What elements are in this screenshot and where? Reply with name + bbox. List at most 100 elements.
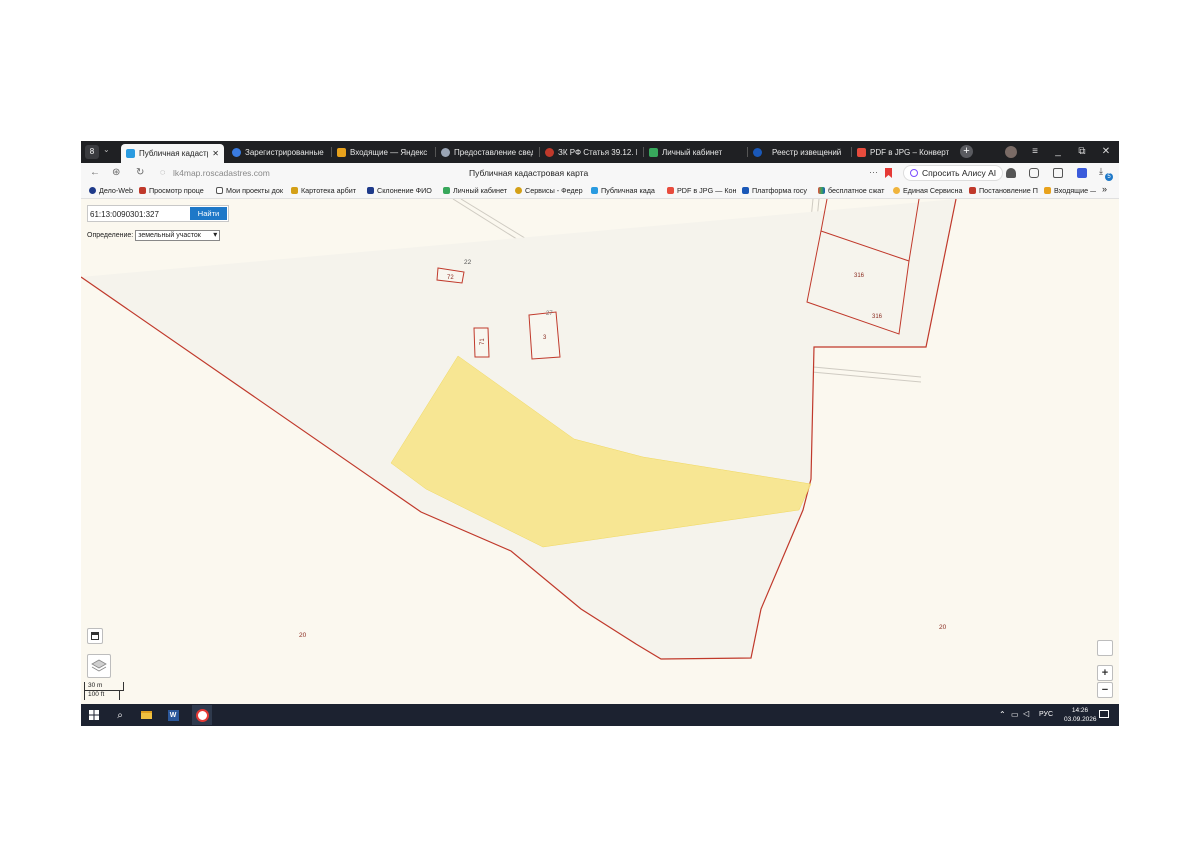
tab-cadastral-map[interactable]: Публичная кадастровая ✕: [121, 144, 224, 163]
reload-icon[interactable]: ↻: [136, 167, 144, 178]
bookmark-label: Личный кабинет: [453, 186, 508, 195]
bookmark-process-view[interactable]: Просмотр проце: [139, 186, 207, 195]
alice-label: Спросить Алису AI: [922, 168, 997, 178]
cadastral-number-input[interactable]: [90, 208, 188, 220]
tab-label: Входящие — Яндекс По: [350, 147, 429, 157]
new-tab-button[interactable]: +: [960, 145, 973, 158]
network-icon[interactable]: ▭: [1011, 710, 1019, 719]
bookmark-label: Дело-Web: [99, 186, 133, 195]
tab-yandex-mail[interactable]: Входящие — Яндекс По: [332, 144, 434, 160]
bookmark-favicon-icon: [742, 187, 749, 194]
bookmarks-more-button[interactable]: »: [1102, 184, 1107, 194]
language-indicator[interactable]: РУС: [1039, 711, 1053, 718]
windows-start-icon[interactable]: [87, 708, 101, 722]
file-explorer-icon[interactable]: [139, 708, 153, 722]
downloads-badge: 5: [1105, 173, 1113, 181]
bookmark-favicon-icon: [893, 187, 900, 194]
url-field[interactable]: lk4map.roscadastres.com: [173, 168, 270, 178]
bookmarks-more-label: »: [1102, 184, 1108, 194]
close-window-button[interactable]: ✕: [1099, 145, 1113, 159]
scale-metric-label: 30 m: [88, 682, 103, 689]
restore-button[interactable]: ⧉: [1075, 145, 1089, 159]
label-316-bottom: 316: [872, 314, 883, 320]
site-info-icon[interactable]: ⊛: [112, 167, 120, 178]
profile-avatar[interactable]: [1005, 146, 1017, 158]
page-title: Публичная кадастровая карта: [469, 168, 589, 178]
more-icon[interactable]: ⋯: [869, 167, 878, 178]
desktop-screen: 8 ⌄ Публичная кадастровая ✕ Зарегистриро…: [81, 141, 1119, 726]
layers-icon: [91, 659, 107, 672]
cadastral-map[interactable]: 22 72 71 3 27 316 316 20 20 Найти Опреде…: [81, 199, 1119, 704]
bookmark-delo-web[interactable]: Дело-Web: [89, 186, 135, 195]
tab-label: Зарегистрированные со: [245, 147, 324, 157]
bookmark-icon[interactable]: [885, 168, 892, 178]
extension-icon[interactable]: [1006, 168, 1016, 178]
translate-icon[interactable]: [1077, 168, 1087, 178]
search-icon[interactable]: ⌕: [113, 708, 127, 722]
bookmark-federal-services[interactable]: Сервисы - Федер: [515, 186, 585, 195]
bookmark-label: Постановление П: [979, 186, 1038, 195]
minimize-button[interactable]: _: [1051, 145, 1065, 159]
tabs-dropdown-icon[interactable]: ⌄: [103, 145, 110, 154]
tab-info-provision[interactable]: Предоставление сведен: [436, 144, 538, 160]
tray-chevron-icon[interactable]: ⌃: [999, 710, 1006, 719]
tab-registered[interactable]: Зарегистрированные со: [227, 144, 329, 160]
bookmark-my-projects[interactable]: Мои проекты док: [216, 186, 286, 195]
tab-close-icon[interactable]: ✕: [212, 149, 219, 158]
bookmark-free-compress[interactable]: бесплатное сжат: [818, 186, 888, 195]
tab-land-code[interactable]: ЗК РФ Статья 39.12. Про: [540, 144, 642, 160]
browser-menu-icon[interactable]: 8: [85, 145, 99, 159]
yandex-browser-icon[interactable]: [192, 705, 212, 725]
notifications-icon[interactable]: [1099, 710, 1109, 718]
fullscreen-button[interactable]: [87, 628, 103, 644]
bookmark-gov-platform[interactable]: Платформа госу: [742, 186, 812, 195]
bookmark-arbitration[interactable]: Картотека арбит: [291, 186, 361, 195]
bookmark-label: Склонение ФИО: [377, 186, 432, 195]
bookmark-inbox[interactable]: Входящие —: [1044, 186, 1096, 195]
ask-alice-button[interactable]: Спросить Алису AI: [903, 165, 1004, 181]
scale-metric: 30 m: [84, 682, 124, 691]
word-icon[interactable]: W: [166, 708, 180, 722]
bookmark-pdf-jpg[interactable]: PDF в JPG — Конв: [667, 186, 737, 195]
tab-label: ЗК РФ Статья 39.12. Про: [558, 147, 637, 157]
bookmark-unified-service[interactable]: Единая Сервисна: [893, 186, 965, 195]
volume-icon[interactable]: ◁: [1023, 709, 1029, 718]
bookmark-name-declension[interactable]: Склонение ФИО: [367, 186, 435, 195]
tab-label: Предоставление сведен: [454, 147, 533, 157]
address-bar: ← ⊛ ↻ ◌ lk4map.roscadastres.com Публична…: [81, 163, 1119, 183]
tab-pdf-to-jpg[interactable]: PDF в JPG – Конвертер: [852, 144, 954, 160]
map-canvas[interactable]: 22 72 71 3 27 316 316 20 20: [81, 199, 1119, 704]
tab-personal-cabinet[interactable]: Личный кабинет: [644, 144, 746, 160]
puzzle-icon[interactable]: [1029, 168, 1039, 178]
scale-imperial: 100 ft: [84, 691, 120, 700]
clock[interactable]: 14:26 03.09.2026: [1064, 706, 1097, 724]
bookmark-favicon-icon: [818, 187, 825, 194]
zoom-in-button[interactable]: +: [1097, 665, 1113, 681]
back-icon[interactable]: ←: [90, 167, 100, 178]
browser-menu-button[interactable]: ≡: [1028, 145, 1042, 159]
collections-icon[interactable]: [1053, 168, 1063, 178]
definition-value: земельный участок: [138, 231, 201, 239]
bookmark-personal-cabinet[interactable]: Личный кабинет: [443, 186, 511, 195]
bookmark-label: Единая Сервисна: [903, 186, 963, 195]
bookmark-favicon-icon: [969, 187, 976, 194]
bookmark-favicon-icon: [89, 187, 96, 194]
layers-button[interactable]: [87, 654, 111, 678]
tab-favicon-icon: [441, 147, 450, 157]
label-27: 27: [546, 311, 553, 317]
tab-notices-registry[interactable]: Реестр извещений: [748, 144, 850, 160]
bookmark-public-cadastral[interactable]: Публичная када: [591, 186, 659, 195]
bookmark-favicon-icon: [667, 187, 674, 194]
find-button[interactable]: Найти: [190, 207, 227, 220]
bookmark-label: Входящие —: [1054, 186, 1096, 195]
zoom-out-button[interactable]: −: [1097, 682, 1113, 698]
bookmark-label: PDF в JPG — Конв: [677, 186, 737, 195]
definition-select[interactable]: земельный участок: [135, 229, 221, 241]
bookmark-resolution[interactable]: Постановление П: [969, 186, 1039, 195]
downloads-icon[interactable]: ⤓: [1099, 166, 1103, 177]
label-20-left: 20: [299, 632, 307, 639]
shield-icon[interactable]: ◌: [160, 167, 165, 177]
tab-favicon-icon: [857, 147, 866, 157]
map-square-button[interactable]: [1097, 640, 1113, 656]
cadastral-search-box: Найти: [87, 205, 229, 222]
